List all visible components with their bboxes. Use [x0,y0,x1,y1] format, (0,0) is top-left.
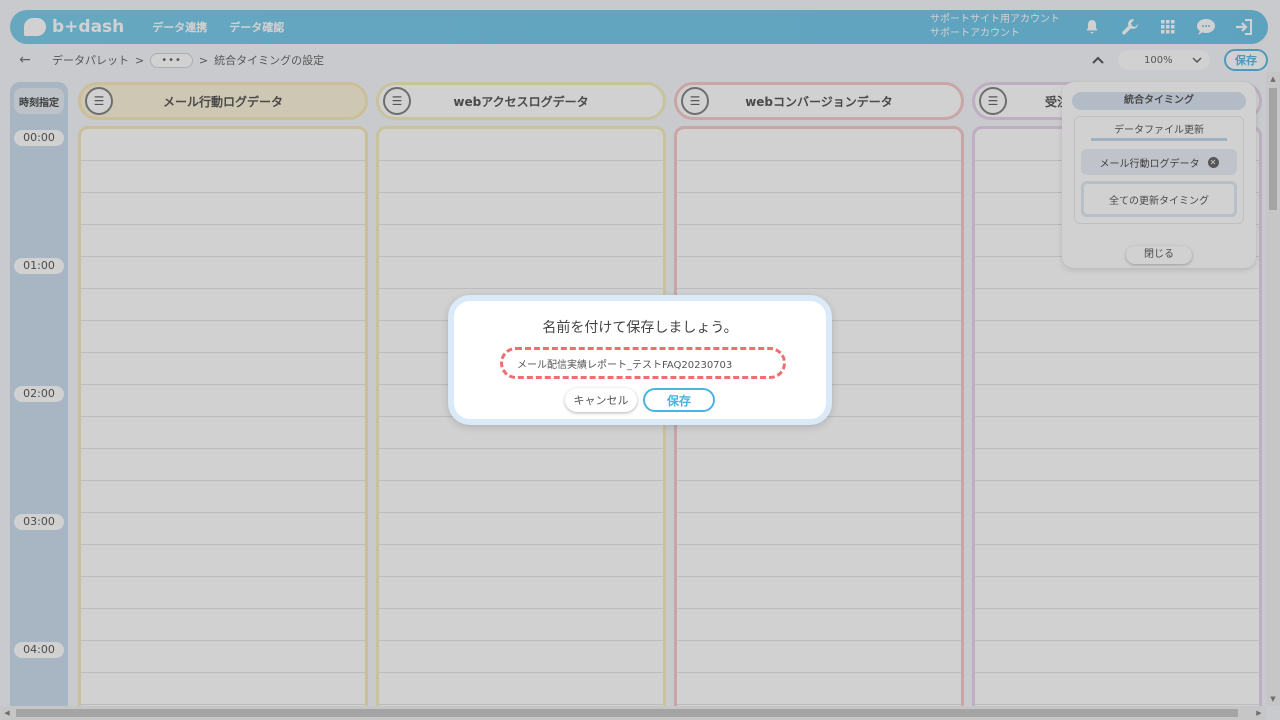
cancel-button[interactable]: キャンセル [565,388,637,412]
name-input[interactable]: メール配信実績レポート_テストFAQ20230703 [500,347,786,379]
save-name-dialog: 名前を付けて保存しましょう。 メール配信実績レポート_テストFAQ2023070… [448,295,832,425]
dialog-buttons: キャンセル 保存 [454,388,826,412]
save-button[interactable]: 保存 [643,388,715,412]
dialog-title: 名前を付けて保存しましょう。 [542,320,738,336]
